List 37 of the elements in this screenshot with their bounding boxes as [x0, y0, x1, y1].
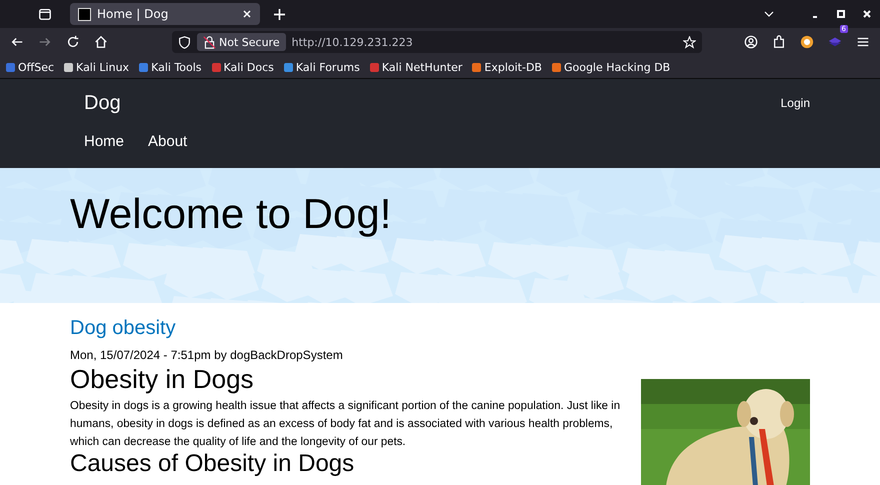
article-heading: Obesity in Dogs [70, 364, 255, 395]
bookmark-link[interactable]: Kali Tools [139, 60, 202, 74]
star-icon[interactable] [683, 36, 696, 48]
close-icon[interactable] [242, 9, 252, 19]
bookmark-link[interactable]: Kali Forums [284, 60, 360, 74]
chevron-down-icon[interactable] [764, 9, 774, 19]
hero-title: Welcome to Dog! [70, 190, 392, 238]
reload-icon[interactable] [66, 35, 80, 49]
address-field[interactable]: http://10.129.231.223 [292, 36, 677, 48]
security-indicator[interactable]: Not Secure [197, 33, 286, 51]
article-meta: Mon, 15/07/2024 - 7:51pm by dogBackDropSystem [70, 348, 344, 362]
bookmark-link[interactable]: Kali Linux [64, 60, 130, 74]
bookmark-link[interactable]: Google Hacking DB [552, 60, 670, 74]
tab-list-icon[interactable] [38, 7, 52, 21]
menu-icon[interactable] [856, 35, 870, 49]
article-paragraph: Obesity in dogs is a growing health issue that affects a significant portion of the canine population. Just like in humans, obesity in dogs is defined as an excess of body fat and is associated with various health problems, which can decrease the quality of life and the longevity of our pets. [70, 399, 622, 450]
nav-link[interactable]: About [148, 133, 188, 150]
extension-icon[interactable] [800, 35, 814, 49]
new-tab-icon[interactable] [274, 8, 285, 20]
home-icon[interactable] [94, 35, 108, 49]
bookmark-link[interactable]: OffSec [6, 60, 54, 74]
bookmark-link[interactable]: Kali Docs [212, 60, 274, 74]
back-icon[interactable] [10, 35, 24, 49]
article-title[interactable]: Dog obesity [70, 317, 626, 340]
forward-icon[interactable] [38, 35, 52, 49]
maximize-icon[interactable] [836, 9, 846, 19]
close-icon[interactable] [862, 9, 872, 19]
bookmark-link[interactable]: Kali NetHunter [370, 60, 462, 74]
nav-link[interactable]: Home [84, 133, 124, 150]
shield-icon[interactable] [178, 36, 191, 48]
article-heading: Causes of Obesity in Dogs [70, 451, 356, 478]
bookmark-link[interactable]: Exploit-DB [472, 60, 542, 74]
extensions-icon[interactable] [772, 35, 786, 49]
account-icon[interactable] [744, 35, 758, 49]
login-link[interactable]: Login [780, 96, 810, 110]
browser-tab[interactable]: Home | Dog [70, 3, 260, 25]
site-logo[interactable]: Dog [84, 92, 121, 114]
